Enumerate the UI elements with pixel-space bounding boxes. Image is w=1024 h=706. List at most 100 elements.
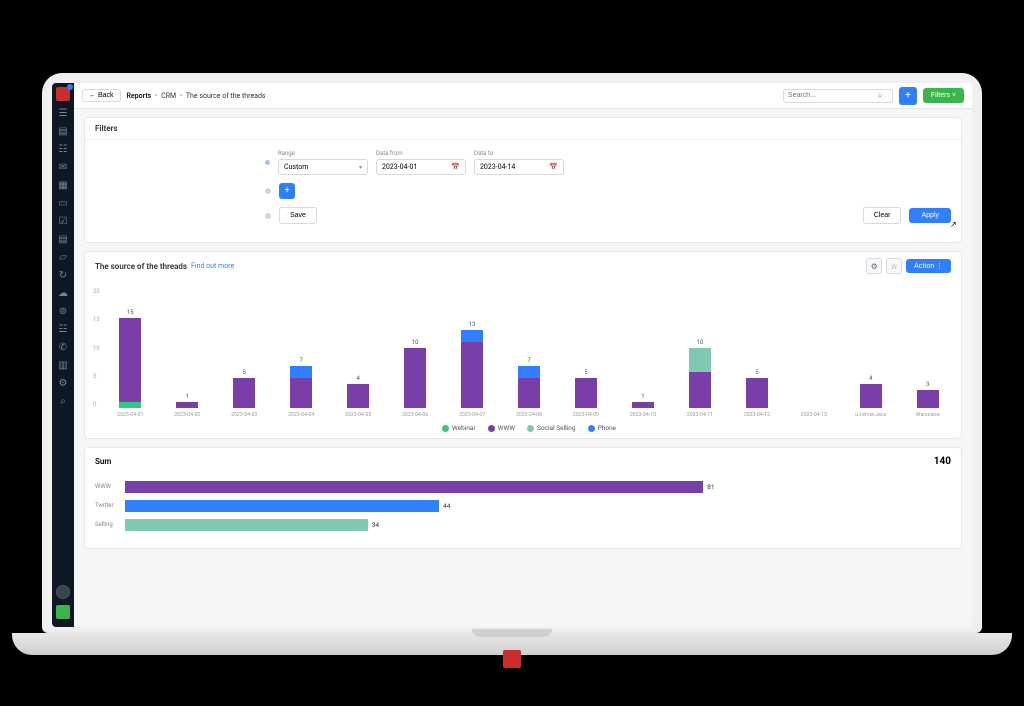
x-tick-label: 2023-04-08 <box>512 412 547 418</box>
bar-value-label: 13 <box>469 321 476 328</box>
sum-title: Sum <box>95 457 111 466</box>
app-logo[interactable] <box>56 87 70 101</box>
refresh-icon[interactable]: ↻ <box>57 269 69 281</box>
bar-column <box>797 406 832 408</box>
bar-segment-www <box>347 384 369 408</box>
x-tick-label: 2023-04-01 <box>113 412 148 418</box>
filters-toggle-button[interactable]: Filters ˅ <box>923 88 964 103</box>
bar-column: 13 <box>455 321 490 408</box>
breadcrumb: Reports • CRM • The source of the thread… <box>127 92 266 100</box>
bar-segment-www <box>860 384 882 408</box>
user-avatar[interactable] <box>56 585 70 599</box>
search-icon: ⌕ <box>878 91 882 101</box>
date-to-input[interactable]: 2023-04-14 📅 <box>474 159 564 175</box>
globe-icon[interactable]: ⊚ <box>57 305 69 317</box>
bar-column: 5 <box>740 369 775 408</box>
step-dot-1 <box>265 160 270 165</box>
chart-icon[interactable]: ▤ <box>57 125 69 137</box>
sum-bar-fill <box>125 481 703 493</box>
sum-bar-fill <box>125 519 368 531</box>
date-to-value: 2023-04-14 <box>480 163 515 171</box>
bar-column: 4 <box>341 375 376 408</box>
date-from-value: 2023-04-01 <box>382 163 417 171</box>
bar-segment-www <box>518 378 540 408</box>
x-tick-label: 2023-04-13 <box>797 412 832 418</box>
breadcrumb-level1[interactable]: CRM <box>161 92 176 100</box>
folders-icon[interactable]: ▭ <box>57 197 69 209</box>
filters-card: Filters Range Custom ▾ <box>84 117 962 243</box>
chart-action-menu[interactable]: Action ⋮ <box>906 259 951 273</box>
legend-item[interactable]: Webinar <box>442 424 476 432</box>
bar-segment-phone <box>290 366 312 378</box>
legend-item[interactable]: Phone <box>588 424 616 432</box>
notification-dot <box>67 84 73 90</box>
tag-icon[interactable]: ▱ <box>57 251 69 263</box>
help-button[interactable] <box>56 605 70 619</box>
range-value: Custom <box>284 163 308 171</box>
bar-column: 10 <box>398 339 433 408</box>
x-tick-label: Warszawa <box>911 412 946 418</box>
gear-icon[interactable]: ⚙ <box>866 258 882 274</box>
sum-bar-row: WWW81 <box>125 481 951 493</box>
contacts-icon[interactable]: ☷ <box>57 143 69 155</box>
cloud-icon[interactable]: ☁ <box>57 287 69 299</box>
legend-label: WWW <box>498 424 515 432</box>
legend-item[interactable]: Social Selling <box>527 424 576 432</box>
legend-label: Social Selling <box>537 424 576 432</box>
breadcrumb-level2: The source of the threads <box>186 92 266 100</box>
tasks-icon[interactable]: ☑ <box>57 215 69 227</box>
x-tick-label: 2023-04-10 <box>626 412 661 418</box>
mail-icon[interactable]: ✉ <box>57 161 69 173</box>
range-select[interactable]: Custom ▾ <box>278 159 368 175</box>
filters-card-title: Filters <box>85 118 961 140</box>
bar-value-label: 5 <box>584 369 587 376</box>
bar-segment-social-selling <box>689 348 711 372</box>
search-input[interactable] <box>788 92 878 99</box>
bar-segment-www <box>233 378 255 408</box>
sum-bar-row: Twitter44 <box>125 500 951 512</box>
date-from-label: Data from <box>376 150 466 157</box>
bar-value-label: 3 <box>926 381 929 388</box>
legend-label: Phone <box>598 424 616 432</box>
clipboard-icon[interactable]: ▤ <box>57 233 69 245</box>
bar-column: 15 <box>113 309 148 408</box>
phone-icon[interactable]: ✆ <box>57 341 69 353</box>
legend-label: Webinar <box>452 424 476 432</box>
chat-icon[interactable]: ☳ <box>57 323 69 335</box>
date-from-input[interactable]: 2023-04-01 📅 <box>376 159 466 175</box>
bar-value-label: 7 <box>527 357 530 364</box>
legend-item[interactable]: WWW <box>488 424 515 432</box>
bar-value-label: 15 <box>127 309 134 316</box>
bar-column: 4 <box>854 375 889 408</box>
settings-icon[interactable]: ⚙ <box>57 377 69 389</box>
add-button[interactable]: + <box>899 87 917 105</box>
add-filter-button[interactable]: + <box>279 183 295 199</box>
dashboard-icon[interactable]: ☰ <box>57 107 69 119</box>
find-out-more-link[interactable]: Find out more <box>191 262 234 270</box>
chart-card: The source of the threads Find out more … <box>84 251 962 439</box>
bar-segment-www <box>746 378 768 408</box>
breadcrumb-root[interactable]: Reports <box>127 92 152 100</box>
sum-bar-value: 44 <box>443 502 450 510</box>
bar-segment-www <box>119 318 141 402</box>
clear-button[interactable]: Clear <box>863 207 902 224</box>
date-to-label: Data to <box>474 150 564 157</box>
search-box[interactable]: ⌕ <box>783 89 893 103</box>
footer-logo <box>503 650 521 668</box>
calendar-icon[interactable]: ▦ <box>57 179 69 191</box>
bar-column: 7 <box>284 357 319 408</box>
bar-column: 10 <box>683 339 718 408</box>
x-tick-label: 2023-04-04 <box>284 412 319 418</box>
star-icon[interactable]: ☆ <box>886 258 902 274</box>
save-button[interactable]: Save <box>279 207 317 224</box>
bar-segment-www <box>575 378 597 408</box>
back-button[interactable]: ← Back <box>82 89 121 102</box>
bar-value-label: 5 <box>243 369 246 376</box>
apply-button[interactable]: Apply <box>909 208 951 223</box>
bar-segment-www <box>290 378 312 408</box>
bar-value-label: 4 <box>869 375 872 382</box>
report-icon[interactable]: ▥ <box>57 359 69 371</box>
x-tick-label: 2023-04-11 <box>683 412 718 418</box>
sum-bar-value: 81 <box>707 483 714 491</box>
search-icon[interactable]: ⌕ <box>57 395 69 407</box>
